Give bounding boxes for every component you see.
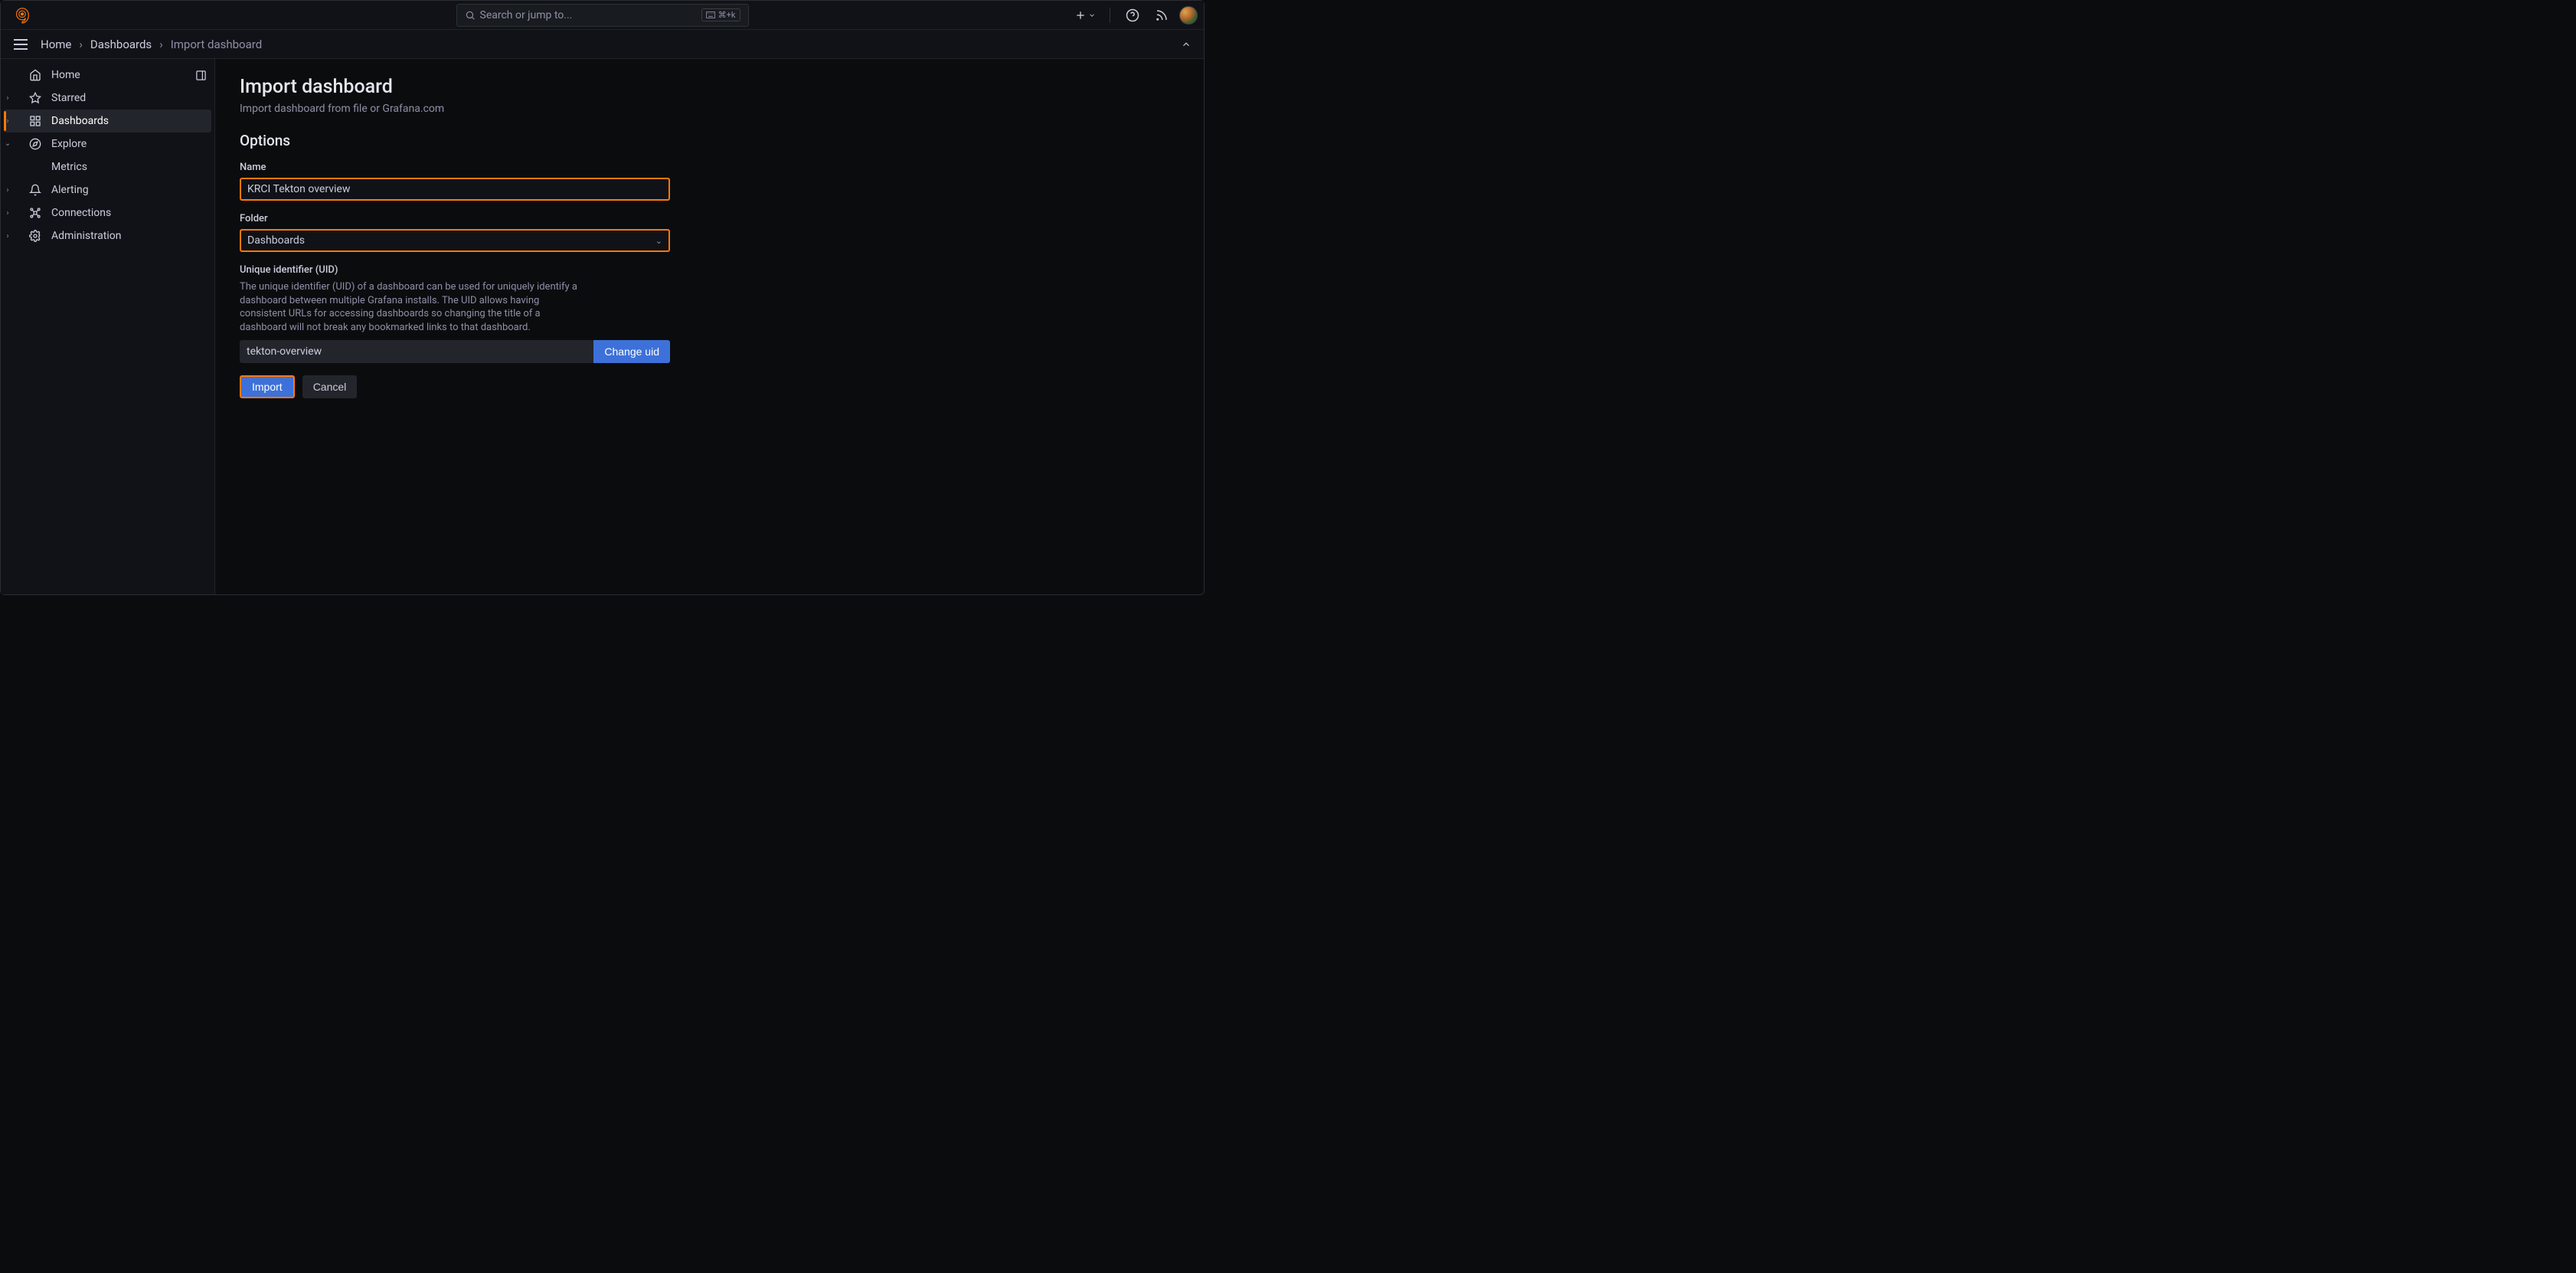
help-icon — [1126, 8, 1139, 22]
grafana-logo[interactable] — [13, 6, 31, 25]
search-placeholder: Search or jump to... — [480, 9, 701, 21]
compass-icon — [28, 138, 42, 150]
sidebar-item-label: Home — [51, 69, 80, 81]
keyboard-icon — [706, 11, 715, 18]
cancel-button[interactable]: Cancel — [302, 375, 358, 398]
sidebar-item-label: Connections — [51, 207, 111, 219]
sidebar-item-home[interactable]: Home — [4, 64, 211, 87]
breadcrumbs: Home › Dashboards › Import dashboard — [41, 38, 262, 51]
breadcrumb-home[interactable]: Home — [41, 38, 71, 51]
sidebar-item-label: Metrics — [51, 161, 87, 173]
uid-field: Unique identifier (UID) The unique ident… — [240, 264, 670, 363]
home-icon — [28, 69, 42, 81]
chevron-right-icon: › — [2, 117, 13, 126]
breadcrumb-dashboards[interactable]: Dashboards — [90, 38, 152, 51]
star-icon — [28, 92, 42, 104]
chevron-right-icon: › — [2, 209, 13, 218]
breadcrumb-sep: › — [79, 38, 83, 51]
sidebar: Home › Starred › Dashboards ⌄ Explore Me… — [1, 59, 215, 594]
uid-input: tekton-overview — [240, 340, 593, 363]
page-title: Import dashboard — [240, 76, 1179, 98]
sidebar-item-connections[interactable]: › Connections — [4, 201, 211, 224]
name-label: Name — [240, 162, 670, 173]
folder-field: Folder Dashboards ⌄ — [240, 213, 670, 252]
bell-icon — [28, 184, 42, 196]
sidebar-item-administration[interactable]: › Administration — [4, 224, 211, 247]
menu-toggle[interactable] — [10, 34, 31, 55]
page-subtitle: Import dashboard from file or Grafana.co… — [240, 103, 1179, 115]
chevron-right-icon: › — [2, 232, 13, 241]
change-uid-button[interactable]: Change uid — [593, 340, 670, 363]
sidebar-item-starred[interactable]: › Starred — [4, 87, 211, 110]
search-input[interactable]: Search or jump to... ⌘+k — [456, 4, 749, 27]
plug-icon — [28, 207, 42, 219]
sidebar-item-explore[interactable]: ⌄ Explore — [4, 133, 211, 155]
name-input[interactable]: KRCI Tekton overview — [240, 178, 670, 201]
news-button[interactable] — [1150, 4, 1173, 27]
sidebar-item-label: Starred — [51, 92, 86, 104]
chevron-down-icon — [1088, 11, 1096, 19]
breadcrumb-current: Import dashboard — [171, 38, 262, 51]
search-kbd-hint: ⌘+k — [701, 8, 740, 21]
collapse-header-button[interactable] — [1178, 36, 1195, 53]
chevron-up-icon — [1181, 39, 1192, 50]
help-button[interactable] — [1121, 4, 1144, 27]
sidebar-item-label: Administration — [51, 230, 121, 242]
options-heading: Options — [240, 132, 1179, 149]
sidebar-item-label: Explore — [51, 138, 87, 150]
chevron-right-icon: › — [2, 94, 13, 103]
sidebar-item-dashboards[interactable]: › Dashboards — [4, 110, 211, 133]
dock-toggle-icon[interactable] — [195, 70, 207, 81]
sidebar-item-alerting[interactable]: › Alerting — [4, 178, 211, 201]
breadcrumb-bar: Home › Dashboards › Import dashboard — [1, 30, 1204, 59]
uid-description: The unique identifier (UID) of a dashboa… — [240, 280, 584, 334]
plus-icon — [1074, 9, 1087, 21]
avatar[interactable] — [1179, 6, 1198, 25]
import-button[interactable]: Import — [240, 375, 295, 398]
action-row: Import Cancel — [240, 375, 1179, 398]
chevron-down-icon: ⌄ — [2, 139, 13, 148]
gear-icon — [28, 230, 42, 242]
folder-label: Folder — [240, 213, 670, 224]
breadcrumb-sep: › — [159, 38, 163, 51]
main-content: Import dashboard Import dashboard from f… — [215, 59, 1204, 594]
topbar: Search or jump to... ⌘+k — [1, 1, 1204, 30]
chevron-down-icon: ⌄ — [655, 236, 662, 246]
folder-select[interactable]: Dashboards ⌄ — [240, 229, 670, 252]
add-button[interactable] — [1071, 4, 1099, 27]
rss-icon — [1155, 8, 1169, 22]
sidebar-item-label: Alerting — [51, 184, 89, 196]
name-field: Name KRCI Tekton overview — [240, 162, 670, 201]
dashboard-icon — [28, 115, 42, 127]
uid-label: Unique identifier (UID) — [240, 264, 670, 276]
sidebar-item-label: Dashboards — [51, 115, 109, 127]
chevron-right-icon: › — [2, 186, 13, 195]
search-icon — [465, 10, 476, 21]
sidebar-item-metrics[interactable]: Metrics — [4, 155, 211, 178]
grafana-icon — [15, 7, 30, 24]
